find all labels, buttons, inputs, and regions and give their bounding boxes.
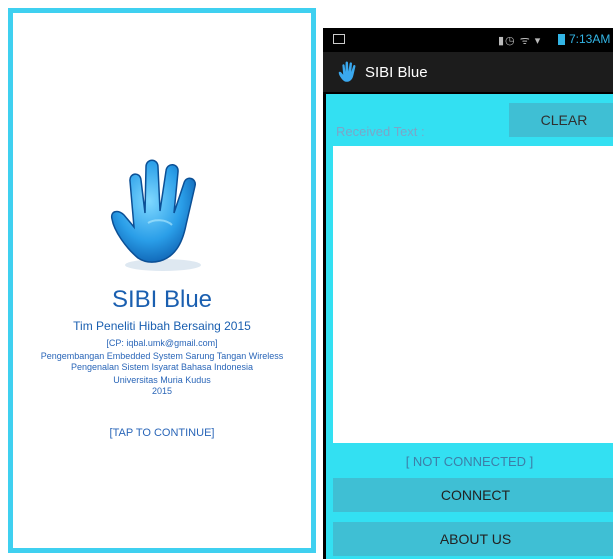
- status-time: 7:13AM: [569, 32, 611, 46]
- splash-description-line2: Pengenalan Sistem Isyarat Bahasa Indones…: [70, 362, 254, 372]
- connection-status: [ NOT CONNECTED ]: [405, 454, 534, 469]
- tap-to-continue[interactable]: [TAP TO CONTINUE]: [13, 427, 311, 439]
- received-text-area[interactable]: [333, 146, 613, 443]
- received-text-label: Received Text :: [336, 124, 425, 139]
- splash-description-line1: Pengembangan Embedded System Sarung Tang…: [40, 351, 284, 361]
- status-icons: ▮◷ ᯤ ▾: [498, 35, 542, 47]
- battery-icon: [558, 34, 565, 45]
- action-bar-title: SIBI Blue: [365, 64, 428, 81]
- splash-team: Tim Peneliti Hibah Bersaing 2015: [73, 319, 251, 333]
- phone-screen: ▮◷ ᯤ ▾ 7:13AM SIBI Blue Received Text : …: [323, 28, 613, 559]
- splash-app-title: SIBI Blue: [111, 286, 213, 313]
- connect-button[interactable]: CONNECT: [333, 478, 613, 512]
- splash-university: Universitas Muria Kudus: [113, 375, 211, 385]
- main-content: Received Text : CLEAR [ NOT CONNECTED ] …: [326, 94, 613, 559]
- app-hand-icon: [337, 60, 361, 84]
- splash-year: 2015: [151, 386, 173, 396]
- splash-screen[interactable]: SIBI Blue Tim Peneliti Hibah Bersaing 20…: [8, 8, 316, 553]
- image-notification-icon: [333, 34, 345, 44]
- hand-icon: [108, 153, 218, 273]
- about-us-button[interactable]: ABOUT US: [333, 522, 613, 556]
- status-bar: ▮◷ ᯤ ▾ 7:13AM: [323, 28, 613, 52]
- action-bar: SIBI Blue: [323, 52, 613, 92]
- splash-contact: [CP: iqbal.umk@gmail.com]: [106, 338, 218, 348]
- clear-button[interactable]: CLEAR: [509, 103, 613, 137]
